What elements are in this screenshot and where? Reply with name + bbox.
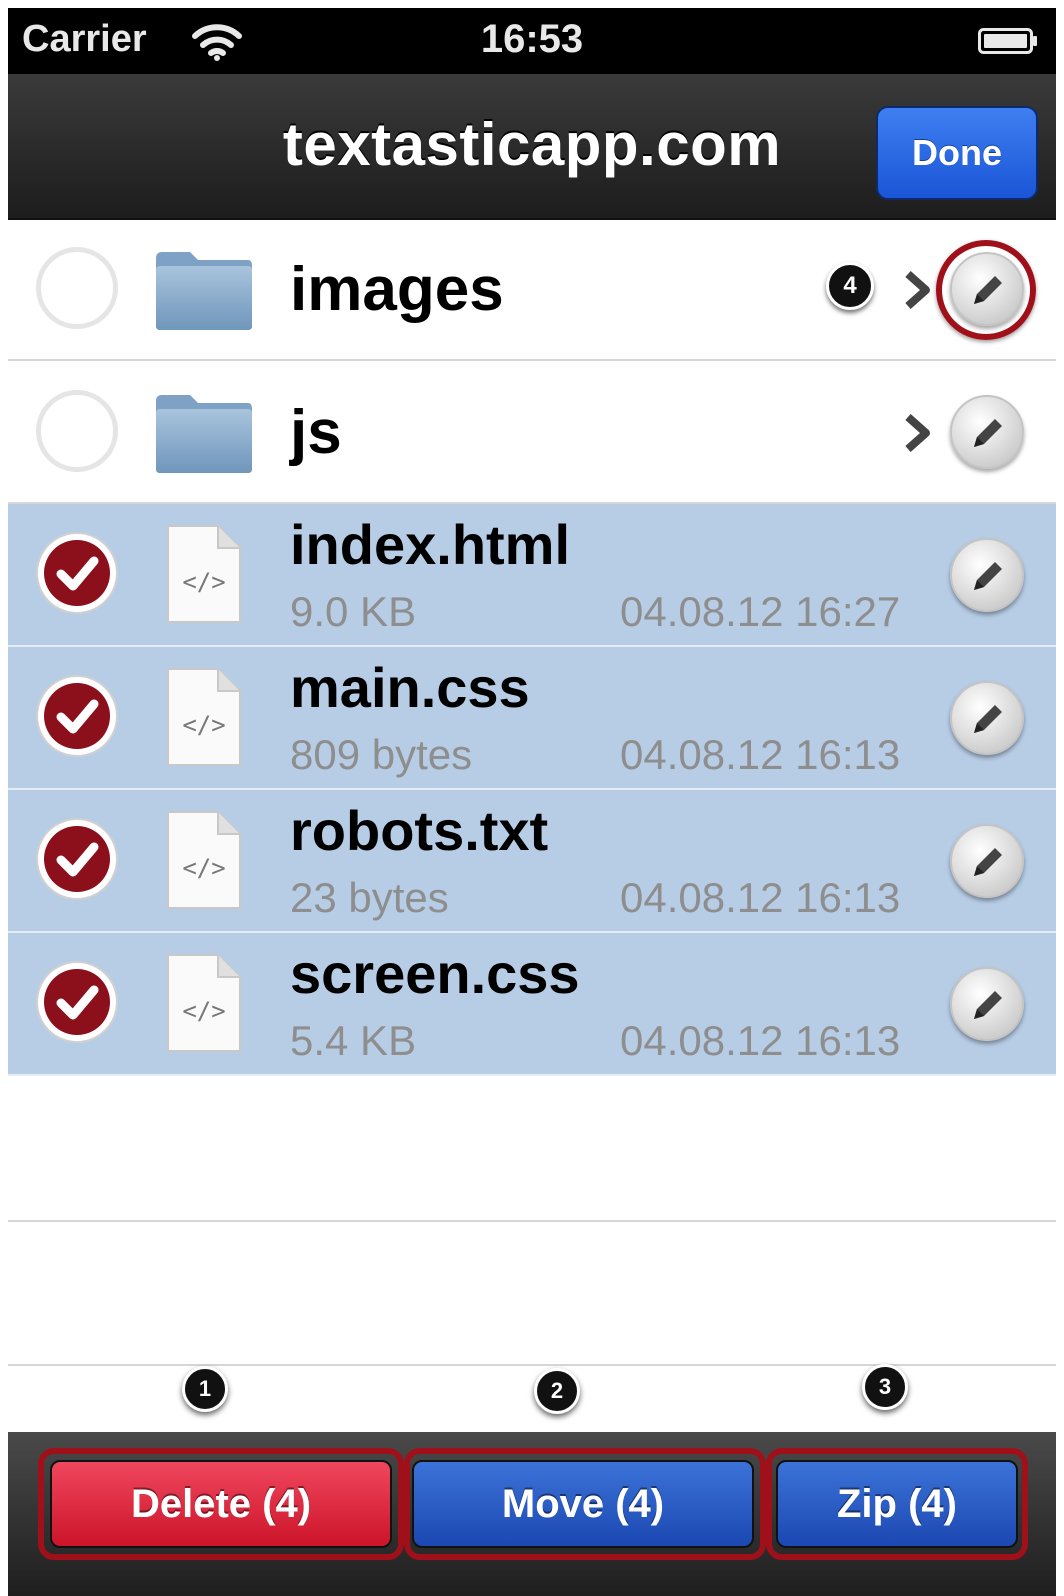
file-name: screen.css	[290, 942, 580, 1005]
svg-text:</>: </>	[182, 568, 225, 596]
callout-badge-3: 3	[862, 1364, 908, 1410]
empty-row-divider	[8, 1220, 1056, 1222]
done-button[interactable]: Done	[876, 106, 1038, 200]
file-date: 04.08.12 16:13	[620, 874, 901, 921]
callout-badge-1: 1	[182, 1366, 228, 1412]
file-name: robots.txt	[290, 799, 549, 862]
folder-name: images	[290, 255, 504, 324]
file-list: images 4 js </> index.html 9.0 KB 04.08.…	[8, 218, 1056, 1076]
edit-button[interactable]	[950, 824, 1024, 898]
callout-badge-4: 4	[826, 262, 874, 310]
edit-button[interactable]	[950, 967, 1024, 1041]
move-button[interactable]: Move (4)	[412, 1460, 754, 1548]
pencil-icon	[974, 848, 1002, 876]
svg-text:</>: </>	[182, 997, 225, 1025]
edit-button[interactable]	[950, 252, 1024, 326]
pencil-icon	[974, 276, 1002, 304]
checkmark-icon[interactable]	[34, 530, 120, 616]
svg-text:</>: </>	[182, 854, 225, 882]
file-size: 5.4 KB	[290, 1017, 417, 1064]
file-date: 04.08.12 16:13	[620, 1017, 901, 1064]
folder-icon	[156, 395, 252, 473]
clock: 16:53	[480, 17, 584, 61]
list-item-folder-images[interactable]: images 4	[8, 218, 1056, 361]
battery-icon	[978, 28, 1037, 54]
callout-badge-2: 2	[534, 1368, 580, 1414]
chevron-right-icon	[905, 271, 930, 309]
selection-circle[interactable]	[36, 390, 118, 472]
svg-text:</>: </>	[182, 711, 225, 739]
list-item-folder-js[interactable]: js	[8, 361, 1056, 504]
bottom-toolbar: Delete (4) Move (4) Zip (4)	[8, 1432, 1056, 1596]
pencil-icon	[974, 562, 1002, 590]
checkmark-icon[interactable]	[34, 673, 120, 759]
code-file-icon: </>	[167, 525, 241, 623]
file-name: index.html	[290, 513, 571, 576]
code-file-icon: </>	[167, 811, 241, 909]
file-date: 04.08.12 16:27	[620, 588, 901, 635]
empty-row-divider	[8, 1364, 1056, 1366]
file-name: main.css	[290, 656, 530, 719]
folder-name: js	[290, 398, 342, 467]
list-item-file[interactable]: </> index.html 9.0 KB 04.08.12 16:27	[8, 504, 1056, 647]
edit-button[interactable]	[950, 395, 1024, 469]
navigation-bar: textasticapp.com Done	[8, 74, 1056, 220]
list-item-file[interactable]: </> robots.txt 23 bytes 04.08.12 16:13	[8, 790, 1056, 933]
status-bar: Carrier 16:53	[8, 8, 1056, 74]
folder-icon	[156, 252, 252, 330]
checkmark-icon[interactable]	[34, 816, 120, 902]
app-screen: Carrier 16:53 textasticapp.com Done imag…	[8, 8, 1056, 1596]
zip-button[interactable]: Zip (4)	[776, 1460, 1018, 1548]
pencil-icon	[974, 705, 1002, 733]
selection-circle[interactable]	[36, 247, 118, 329]
code-file-icon: </>	[167, 954, 241, 1052]
delete-button[interactable]: Delete (4)	[50, 1460, 392, 1548]
list-item-file[interactable]: </> main.css 809 bytes 04.08.12 16:13	[8, 647, 1056, 790]
list-item-file[interactable]: </> screen.css 5.4 KB 04.08.12 16:13	[8, 933, 1056, 1076]
chevron-right-icon	[905, 414, 930, 452]
code-file-icon: </>	[167, 668, 241, 766]
file-size: 809 bytes	[290, 731, 473, 778]
file-date: 04.08.12 16:13	[620, 731, 901, 778]
edit-button[interactable]	[950, 538, 1024, 612]
file-size: 23 bytes	[290, 874, 449, 921]
checkmark-icon[interactable]	[34, 959, 120, 1045]
edit-button[interactable]	[950, 681, 1024, 755]
file-size: 9.0 KB	[290, 588, 417, 635]
pencil-icon	[974, 991, 1002, 1019]
pencil-icon	[974, 419, 1002, 447]
